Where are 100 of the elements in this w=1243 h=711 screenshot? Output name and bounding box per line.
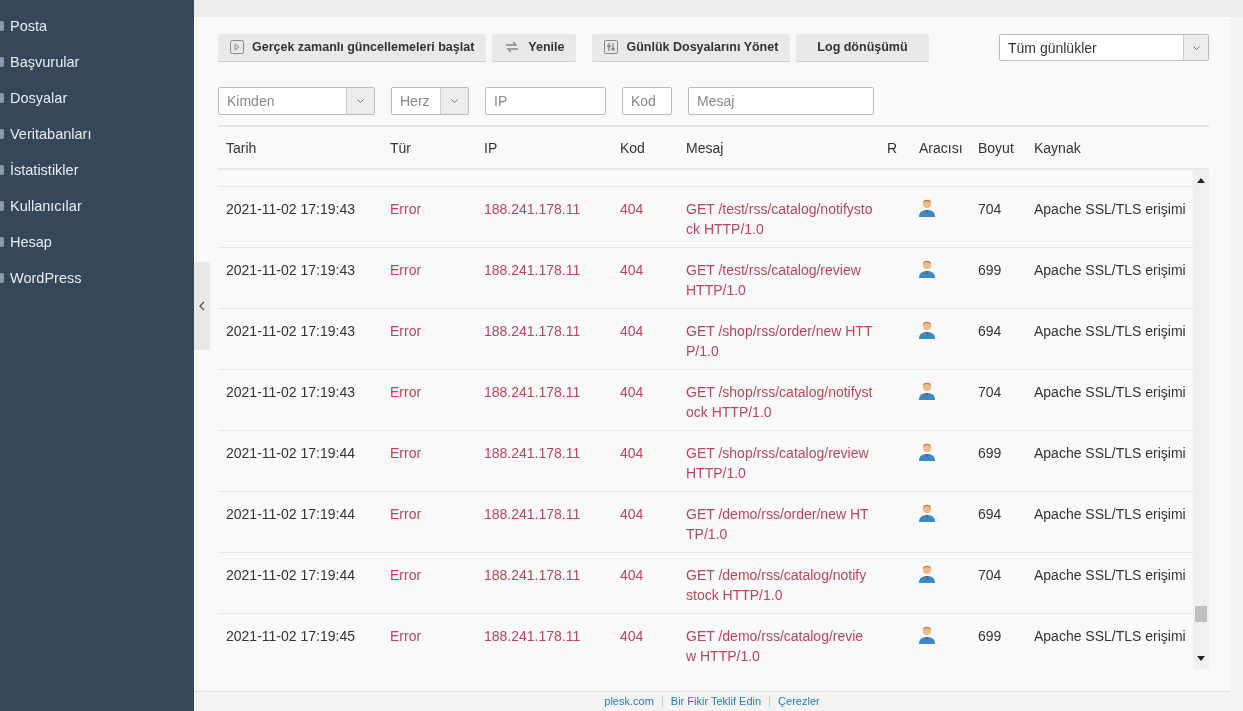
filter-field[interactable]: Mesaj xyxy=(688,87,874,115)
menu-item-icon xyxy=(0,57,4,67)
sidebar-item[interactable]: Veritabanları xyxy=(0,116,194,152)
table-cell-text: 188.241.178.11 xyxy=(483,566,582,585)
table-cell-text: Error xyxy=(389,505,423,524)
footer-link[interactable]: Çerezler xyxy=(778,695,820,707)
toolbar-button[interactable]: Gerçek zamanlı güncellemeleri başlat xyxy=(218,33,487,62)
footer-link[interactable]: Bir Fikir Teklif Edin xyxy=(670,695,762,707)
refresh-icon xyxy=(504,40,521,54)
caret-icon xyxy=(451,99,458,103)
table-cell-text: 404 xyxy=(619,566,645,585)
table-cell-text: 2021-11-02 17:19:44 xyxy=(225,444,356,463)
table-cell-text: Apache SSL/TLS erişimi xyxy=(1033,383,1187,402)
table-cell-text: 2021-11-02 17:19:43 xyxy=(225,322,356,341)
play-icon xyxy=(230,40,244,54)
sidebar-item[interactable]: Kullanıcılar xyxy=(0,188,194,224)
filter-select[interactable]: Kimden xyxy=(218,87,375,115)
column-header[interactable]: Mesaj xyxy=(678,139,879,156)
table-cell-text: 188.241.178.11 xyxy=(483,383,582,402)
table-cell-text: 404 xyxy=(619,322,645,341)
toolbar-button[interactable]: Yenile xyxy=(492,33,577,62)
table-cell-text: GET /test/rss/catalog/notifystock HTTP/1.0 xyxy=(685,200,874,239)
user-icon xyxy=(919,382,935,400)
column-header[interactable]: Kod xyxy=(612,139,678,156)
table-cell-text: Apache SSL/TLS erişimi xyxy=(1033,444,1187,463)
table-cell-text: GET /shop/rss/catalog/review HTTP/1.0 xyxy=(685,444,870,483)
scroll-up-icon[interactable] xyxy=(1197,178,1205,183)
column-header[interactable]: Kaynak xyxy=(1026,139,1201,156)
table-cell-text: 404 xyxy=(619,383,645,402)
menu-item-icon xyxy=(0,21,4,31)
table-cell-text: 404 xyxy=(619,200,645,219)
table-cell-text: 704 xyxy=(977,566,1003,585)
toolbar-button[interactable]: Log dönüşümü xyxy=(796,33,929,62)
sidebar-item[interactable]: WordPress xyxy=(0,260,194,296)
table-cell-text: 694 xyxy=(977,505,1003,524)
table-cell-text: Apache SSL/TLS erişimi xyxy=(1033,505,1187,524)
table-cell-text: Error xyxy=(389,200,423,219)
sidebar-item[interactable]: Dosyalar xyxy=(0,80,194,116)
menu-item-icon xyxy=(0,201,4,211)
table-cell-text: 2021-11-02 17:19:43 xyxy=(225,261,356,280)
table-cell-text: 699 xyxy=(977,261,1003,280)
sidebar-item[interactable]: Başvurular xyxy=(0,44,194,80)
caret-icon xyxy=(1192,45,1200,50)
user-icon xyxy=(919,565,935,583)
table-cell-text: 188.241.178.11 xyxy=(483,444,582,463)
table-cell-text: GET /demo/rss/catalog/review HTTP/1.0 xyxy=(685,627,865,666)
table-cell-text: 2021-11-02 17:19:44 xyxy=(225,505,356,524)
sidebar-item[interactable]: Posta xyxy=(0,8,194,44)
column-header[interactable]: Tür xyxy=(382,139,476,156)
filter-field[interactable]: IP xyxy=(485,87,606,115)
log-select[interactable]: Tüm günlükler xyxy=(999,34,1209,61)
column-header[interactable]: Tarih xyxy=(218,139,382,156)
user-icon xyxy=(919,321,935,339)
table-cell-text: 404 xyxy=(619,627,645,646)
menu-item-icon xyxy=(0,237,4,247)
table-cell-text: 2021-11-02 17:19:43 xyxy=(225,383,356,402)
sidebar-item[interactable]: Hesap xyxy=(0,224,194,260)
table-cell-text: Apache SSL/TLS erişimi xyxy=(1033,261,1187,280)
table-cell-text: 704 xyxy=(977,383,1003,402)
table-cell-text: GET /demo/rss/catalog/notifystock HTTP/1.0 xyxy=(685,566,868,605)
sidebar-item[interactable]: İstatistikler xyxy=(0,152,194,188)
footer-link[interactable]: plesk.com xyxy=(604,695,654,707)
table-cell-text: 188.241.178.11 xyxy=(483,322,582,341)
collapse-handle[interactable] xyxy=(194,262,210,350)
scrollbar[interactable] xyxy=(1193,170,1209,669)
table-cell-text: 404 xyxy=(619,505,645,524)
user-icon xyxy=(919,626,935,644)
caret-icon xyxy=(357,99,364,103)
user-icon xyxy=(919,504,935,522)
table-cell-text: 699 xyxy=(977,444,1003,463)
table-cell-text: Apache SSL/TLS erişimi xyxy=(1033,322,1187,341)
table-cell-text: Error xyxy=(389,627,423,646)
sliders-icon xyxy=(604,40,619,54)
table-cell-text: Error xyxy=(389,322,423,341)
filter-field[interactable]: Kod xyxy=(622,87,672,115)
table-cell-text: 404 xyxy=(619,444,645,463)
column-header[interactable]: Boyut xyxy=(970,139,1026,156)
table-cell-text: 404 xyxy=(619,261,645,280)
table-cell-text: 704 xyxy=(977,200,1003,219)
table-cell-text: Apache SSL/TLS erişimi xyxy=(1033,566,1187,585)
menu-item-icon xyxy=(0,93,4,103)
table-cell-text: Apache SSL/TLS erişimi xyxy=(1033,200,1187,219)
scrollbar-thumb[interactable] xyxy=(1195,606,1207,622)
table-cell-text: Apache SSL/TLS erişimi xyxy=(1033,627,1187,646)
table-cell-text: Error xyxy=(389,444,423,463)
toolbar-button[interactable]: Günlük Dosyalarını Yönet xyxy=(592,33,791,62)
table-cell-text: 699 xyxy=(977,627,1003,646)
table-cell-text: Error xyxy=(389,383,423,402)
menu-item-icon xyxy=(0,129,4,139)
user-icon xyxy=(919,199,935,217)
column-header[interactable]: Aracısı xyxy=(911,139,970,156)
table-cell-text: Error xyxy=(389,261,423,280)
table-cell-text: 188.241.178.11 xyxy=(483,627,582,646)
column-header[interactable]: R xyxy=(879,139,911,156)
scroll-down-icon[interactable] xyxy=(1197,656,1205,661)
table-cell-text: 2021-11-02 17:19:45 xyxy=(225,627,356,646)
column-header[interactable]: IP xyxy=(476,139,612,156)
filter-select[interactable]: Herz xyxy=(391,87,469,115)
table-cell-text: 2021-11-02 17:19:44 xyxy=(225,566,356,585)
user-icon xyxy=(919,260,935,278)
